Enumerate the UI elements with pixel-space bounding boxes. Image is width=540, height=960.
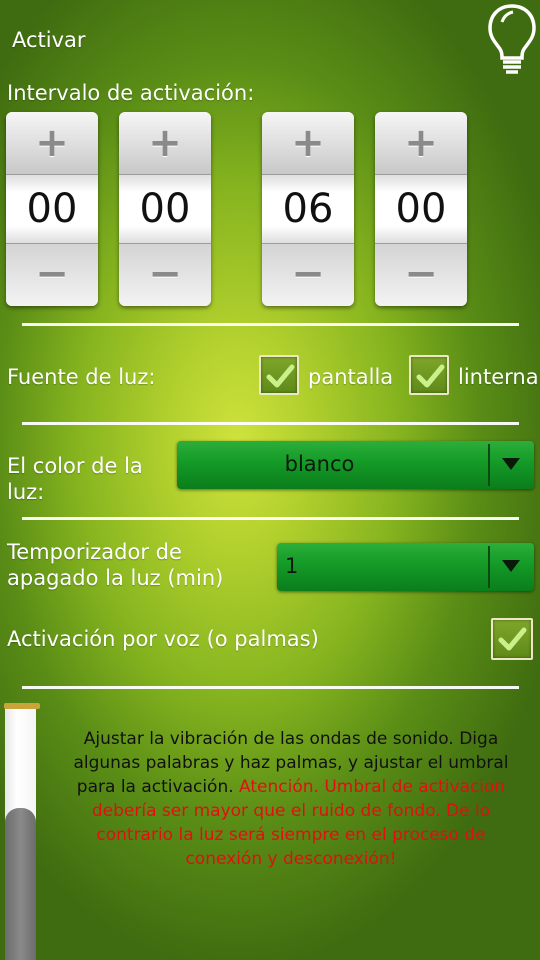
checkbox-linterna-label[interactable]: linterna (458, 364, 539, 390)
color-dropdown[interactable]: blanco (177, 441, 534, 489)
chevron-down-icon (490, 441, 534, 489)
timer-label: Temporizador de apagado la luz (min) (7, 540, 224, 590)
increment-button[interactable]: + (262, 112, 354, 174)
timer-dropdown-value: 1 (285, 554, 299, 578)
divider (22, 422, 519, 425)
plus-icon: + (148, 120, 182, 166)
interval-spinner-2: + 00 − (119, 112, 211, 306)
interval-spinner-4: + 00 − (375, 112, 467, 306)
interval-spinner-1: + 00 − (6, 112, 98, 306)
spinner-value[interactable]: 00 (119, 174, 211, 244)
threshold-slider-handle[interactable] (5, 808, 36, 960)
decrement-button[interactable]: − (6, 244, 98, 306)
checkmark-icon (266, 364, 295, 388)
spinner-value[interactable]: 00 (375, 174, 467, 244)
checkmark-icon (416, 364, 445, 388)
increment-button[interactable]: + (375, 112, 467, 174)
voice-activation-checkbox[interactable] (491, 618, 533, 660)
decrement-button[interactable]: − (119, 244, 211, 306)
checkbox-pantalla-label[interactable]: pantalla (308, 364, 393, 390)
color-dropdown-value: blanco (284, 452, 355, 476)
decrement-button[interactable]: − (262, 244, 354, 306)
increment-button[interactable]: + (119, 112, 211, 174)
spinner-value[interactable]: 00 (6, 174, 98, 244)
minus-icon: − (291, 251, 325, 297)
interval-spinner-3: + 06 − (262, 112, 354, 306)
color-label: El color de la luz: (7, 454, 143, 504)
divider (22, 517, 519, 520)
threshold-slider-cap (4, 703, 40, 709)
checkmark-icon (498, 627, 527, 651)
chevron-down-icon (490, 543, 534, 591)
minus-icon: − (35, 251, 69, 297)
minus-icon: − (404, 251, 438, 297)
plus-icon: + (291, 120, 325, 166)
minus-icon: − (148, 251, 182, 297)
voice-activation-label: Activación por voz (o palmas) (7, 627, 319, 651)
interval-label: Intervalo de activación: (7, 81, 255, 105)
plus-icon: + (35, 120, 69, 166)
checkbox-pantalla[interactable] (259, 355, 299, 395)
header-title: Activar (12, 28, 86, 52)
divider (22, 323, 519, 326)
timer-dropdown[interactable]: 1 (277, 543, 534, 591)
increment-button[interactable]: + (6, 112, 98, 174)
decrement-button[interactable]: − (375, 244, 467, 306)
checkbox-linterna[interactable] (409, 355, 449, 395)
spinner-value[interactable]: 06 (262, 174, 354, 244)
plus-icon: + (404, 120, 438, 166)
light-source-label: Fuente de luz: (7, 365, 156, 389)
sensitivity-instructions: Ajustar la vibración de las ondas de son… (56, 727, 526, 871)
lightbulb-icon[interactable] (486, 2, 538, 76)
divider (22, 686, 519, 689)
